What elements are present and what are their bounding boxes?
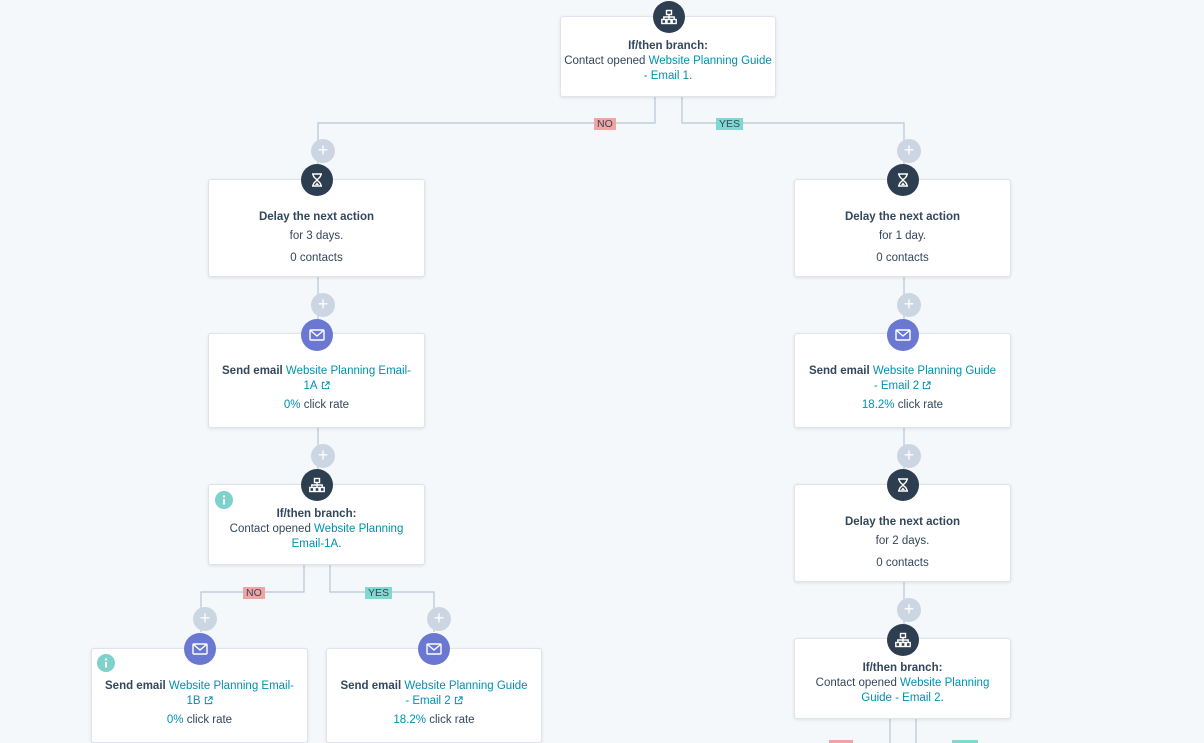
add-action-button[interactable]: + [897, 444, 921, 468]
connector-lines [200, 97, 917, 743]
branch-icon [653, 1, 685, 33]
yes-branch-label: YES [716, 118, 744, 130]
click-rate-line: 0% click rate [221, 398, 412, 413]
add-action-button[interactable]: + [897, 293, 921, 317]
delay-contacts: 0 contacts [290, 252, 343, 264]
send-email-line: Send email Website Planning Guide - Emai… [339, 679, 529, 709]
condition-suffix: . [338, 538, 342, 550]
info-icon[interactable] [96, 653, 116, 673]
click-rate-label: click rate [183, 714, 233, 726]
external-link-icon[interactable] [321, 381, 330, 390]
branch-title: If/then branch: [862, 662, 943, 674]
send-email-label: Send email [340, 680, 405, 692]
hourglass-icon [301, 164, 333, 196]
click-rate-label: click rate [426, 714, 475, 726]
add-action-button[interactable]: + [897, 598, 921, 622]
delay-title: Delay the next action [844, 516, 961, 528]
condition-text: Contact opened [564, 55, 649, 67]
delay-detail: for 2 days. [875, 535, 930, 547]
add-action-button[interactable]: + [193, 607, 217, 631]
click-rate-value: 18.2% [393, 714, 427, 726]
delay-title: Delay the next action [844, 211, 961, 223]
click-rate-label: click rate [894, 399, 944, 411]
condition-suffix: . [689, 70, 693, 82]
click-rate-label: click rate [300, 399, 350, 411]
condition-suffix: . [940, 692, 944, 704]
email-icon [301, 319, 333, 351]
delay-contacts: 0 contacts [876, 557, 929, 569]
click-rate-line: 0% click rate [104, 713, 295, 728]
click-rate-line: 18.2% click rate [807, 398, 998, 413]
branch-title: If/then branch: [628, 40, 708, 52]
send-email-label: Send email [105, 680, 169, 692]
email-link[interactable]: Website Planning Guide - Email 2 [404, 680, 527, 707]
delay-detail: for 1 day. [878, 230, 927, 242]
send-email-line: Send email Website Planning Email-1B [104, 679, 295, 709]
email-icon [887, 319, 919, 351]
send-email-label: Send email [222, 365, 286, 377]
no-branch-label: NO [594, 118, 616, 130]
email-link[interactable]: Website Planning Guide - Email 1 [644, 55, 772, 82]
click-rate-line: 18.2% click rate [339, 713, 529, 728]
branch-condition: Contact opened Website Planning Guide - … [809, 676, 996, 706]
email-link[interactable]: Website Planning Email-1A [286, 365, 411, 392]
branch-icon [301, 469, 333, 501]
external-link-icon[interactable] [454, 696, 463, 705]
click-rate-value: 0% [283, 399, 301, 411]
delay-detail: for 3 days. [289, 230, 344, 242]
email-icon [418, 633, 450, 665]
hourglass-icon [887, 164, 919, 196]
hourglass-icon [887, 469, 919, 501]
condition-text: Contact opened [815, 677, 901, 689]
branch-condition: Contact opened Website Planning Guide - … [561, 54, 775, 84]
yes-branch-label: YES [365, 587, 393, 599]
add-action-button[interactable]: + [311, 293, 335, 317]
branch-title: If/then branch: [276, 508, 357, 520]
click-rate-value: 0% [166, 714, 184, 726]
delay-title: Delay the next action [258, 211, 375, 223]
branch-condition: Contact opened Website Planning Email-1A… [223, 522, 410, 552]
add-action-button[interactable]: + [897, 139, 921, 163]
condition-text: Contact opened [229, 523, 315, 535]
send-email-label: Send email [808, 365, 873, 377]
delay-contacts: 0 contacts [876, 252, 929, 264]
info-icon[interactable] [214, 490, 234, 510]
email-link[interactable]: Website Planning Guide - Email 2 [873, 365, 996, 392]
external-link-icon[interactable] [922, 381, 931, 390]
external-link-icon[interactable] [204, 696, 213, 705]
send-email-line: Send email Website Planning Email-1A [221, 364, 412, 394]
workflow-canvas: If/then branch: Contact opened Website P… [0, 0, 1204, 743]
no-branch-label: NO [243, 587, 265, 599]
click-rate-value: 18.2% [861, 399, 895, 411]
add-action-button[interactable]: + [311, 139, 335, 163]
email-link[interactable]: Website Planning Email-1B [169, 680, 294, 707]
send-email-line: Send email Website Planning Guide - Emai… [807, 364, 998, 394]
branch-icon [887, 624, 919, 656]
add-action-button[interactable]: + [427, 607, 451, 631]
email-icon [184, 633, 216, 665]
add-action-button[interactable]: + [311, 444, 335, 468]
